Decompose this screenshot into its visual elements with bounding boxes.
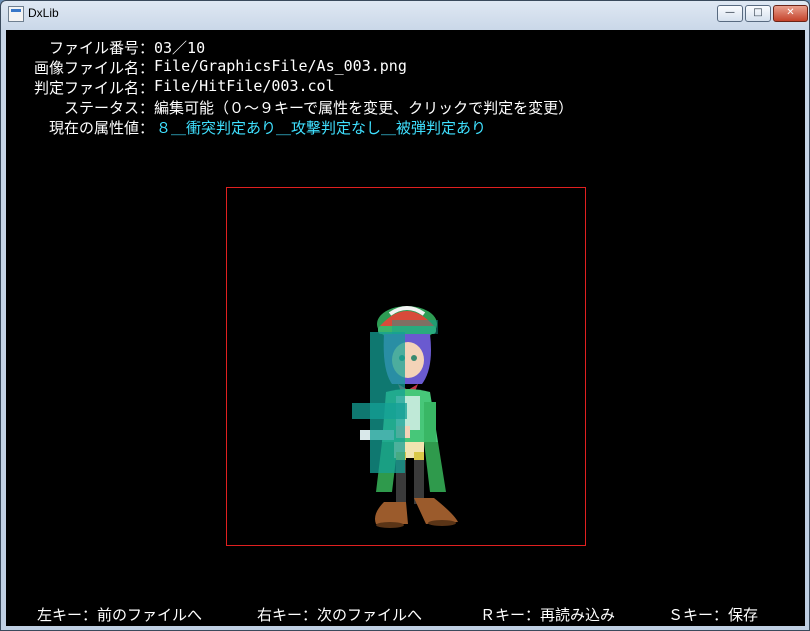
- status-value: 編集可能（０～９キーで属性を変更、クリックで判定を変更）: [154, 99, 574, 117]
- file-number-value: 03／10: [154, 39, 206, 57]
- key-help-bar: 左キー：前のファイルへ 右キー：次のファイルへ Ｒキー：再読み込み Ｓキー：保存: [6, 604, 805, 624]
- hit-file-label: 判定ファイル名：: [33, 79, 154, 97]
- hitbox[interactable]: [352, 403, 407, 419]
- attribute-row: 現在の属性値： ８＿衝突判定あり＿攻撃判定なし＿被弾判定あり: [6, 117, 805, 137]
- hit-file-value: File/HitFile/003.col: [154, 77, 335, 95]
- key-help-save: Ｓキー：保存: [668, 606, 759, 624]
- image-file-row: 画像ファイル名： File/GraphicsFile/As_003.png: [6, 57, 805, 77]
- file-number-label: ファイル番号：: [48, 39, 154, 57]
- image-file-value: File/GraphicsFile/As_003.png: [154, 57, 407, 75]
- app-icon: [8, 6, 24, 22]
- hitbox[interactable]: [392, 320, 438, 334]
- image-file-label: 画像ファイル名：: [33, 59, 154, 77]
- key-help-prev: 左キー：前のファイルへ: [37, 606, 203, 624]
- title-bar[interactable]: DxLib — □ ✕: [1, 1, 809, 25]
- window-title: DxLib: [28, 6, 59, 20]
- maximize-button[interactable]: □: [745, 5, 771, 22]
- file-number-row: ファイル番号： 03／10: [6, 37, 805, 57]
- close-button[interactable]: ✕: [773, 5, 808, 22]
- key-help-next: 右キー：次のファイルへ: [257, 606, 423, 624]
- editor-canvas[interactable]: ファイル番号： 03／10 画像ファイル名： File/GraphicsFile…: [6, 30, 805, 626]
- key-help-reload: Ｒキー：再読み込み: [480, 606, 616, 624]
- app-window: DxLib — □ ✕ ファイル番号： 03／10 画像ファイル名： File/…: [0, 0, 810, 631]
- minimize-button[interactable]: —: [717, 5, 743, 22]
- hit-file-row: 判定ファイル名： File/HitFile/003.col: [6, 77, 805, 97]
- attribute-value: ８＿衝突判定あり＿攻撃判定なし＿被弾判定あり: [156, 119, 487, 137]
- attribute-label: 現在の属性値：: [48, 119, 154, 137]
- status-label: ステータス：: [63, 99, 154, 117]
- status-row: ステータス： 編集可能（０～９キーで属性を変更、クリックで判定を変更）: [6, 97, 805, 117]
